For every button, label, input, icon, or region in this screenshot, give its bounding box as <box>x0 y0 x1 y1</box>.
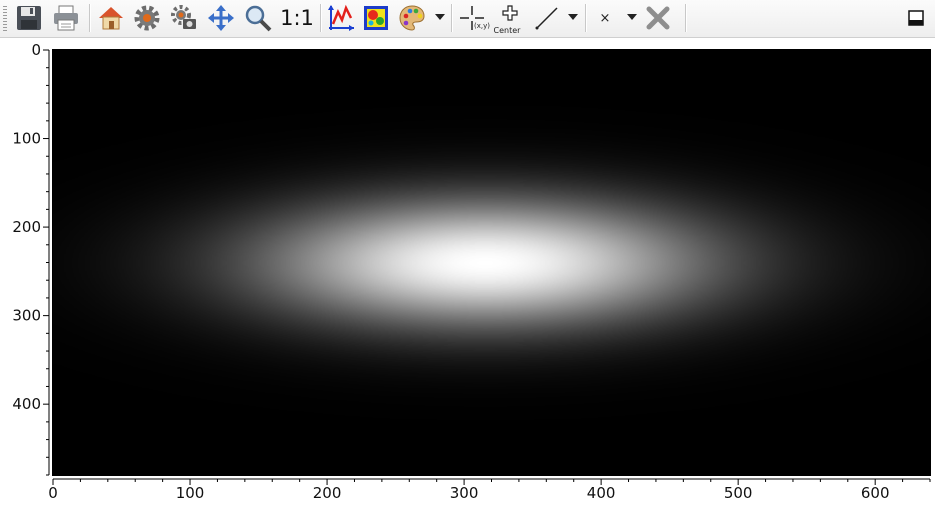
save-icon <box>17 6 41 30</box>
home-icon <box>99 7 123 30</box>
camera-settings-button[interactable] <box>168 2 200 34</box>
print-icon <box>54 5 78 31</box>
toolbar: 1:1 (x,y) Center × <box>0 0 935 38</box>
colormap-image-icon <box>364 6 388 30</box>
home-button[interactable] <box>95 2 127 34</box>
magnifier-icon <box>245 5 272 32</box>
center-button[interactable]: Center <box>494 2 524 35</box>
crosshair-xy-label: (x,y) <box>474 22 490 30</box>
dock-window-icon <box>908 10 924 26</box>
image-plot[interactable] <box>0 38 935 508</box>
move-arrows-icon <box>208 5 234 31</box>
x-marker-icon: × <box>599 10 611 26</box>
crosshair-xy-button[interactable]: (x,y) <box>457 2 490 34</box>
center-cross-icon <box>502 5 518 21</box>
line-profile-icon <box>328 4 354 31</box>
colormap-image-button[interactable] <box>360 2 392 34</box>
marker-dropdown-arrow[interactable] <box>627 14 637 20</box>
save-button[interactable] <box>13 2 45 34</box>
gear-icon <box>134 5 160 31</box>
settings-button[interactable] <box>131 2 163 34</box>
clear-button[interactable] <box>642 2 674 34</box>
palette-dropdown-arrow[interactable] <box>435 14 445 20</box>
profile-button[interactable] <box>325 2 357 34</box>
colormap-palette-button[interactable] <box>396 2 428 34</box>
aspect-ratio-label: 1:1 <box>280 6 314 30</box>
toolbar-separator <box>685 4 687 32</box>
line-icon <box>535 7 558 30</box>
camera-gear-icon <box>171 5 196 29</box>
marker-button[interactable]: × <box>594 2 616 34</box>
line-tool-button[interactable] <box>531 2 563 34</box>
toolbar-separator <box>585 4 587 32</box>
toolbar-separator <box>89 4 91 32</box>
intensity-image[interactable] <box>53 50 930 475</box>
center-label: Center <box>493 26 521 35</box>
toolbar-grip[interactable] <box>3 6 7 31</box>
toolbar-separator <box>320 4 322 32</box>
toolbar-separator <box>451 4 453 32</box>
aspect-ratio-button[interactable]: 1:1 <box>278 2 316 34</box>
dock-button[interactable] <box>903 2 929 34</box>
palette-icon <box>399 5 425 31</box>
pan-button[interactable] <box>205 2 237 34</box>
clear-x-icon <box>646 6 670 30</box>
print-button[interactable] <box>50 2 82 34</box>
zoom-button[interactable] <box>242 2 274 34</box>
line-tool-dropdown-arrow[interactable] <box>568 14 578 20</box>
